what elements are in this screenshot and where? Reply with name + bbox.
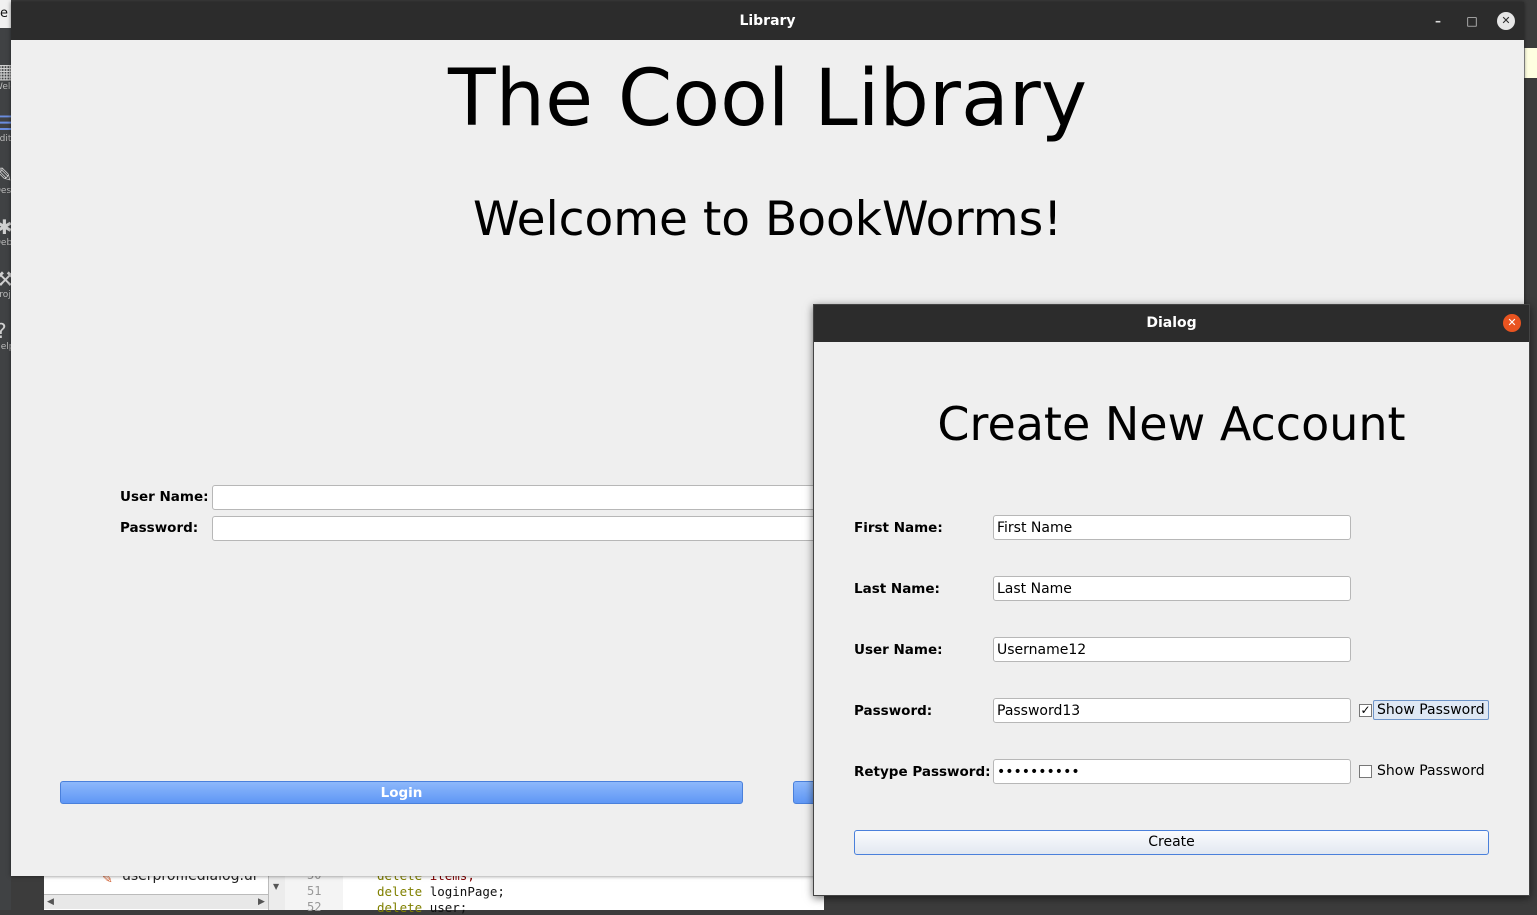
- code-identifier: user;: [429, 900, 468, 915]
- ide-mode-label: Edit: [0, 134, 11, 144]
- tree-horizontal-scrollbar[interactable]: ◀ ▶: [44, 894, 268, 909]
- ide-mode-welcome[interactable]: ▦ Welcome: [0, 60, 11, 104]
- maximize-icon[interactable]: □: [1463, 12, 1481, 30]
- login-button[interactable]: Login: [60, 781, 743, 804]
- ide-mode-projects[interactable]: ⚒ Projects: [0, 268, 11, 312]
- password-label: Password:: [854, 703, 933, 719]
- ide-project-tree[interactable]: ✎ userprofiledialog.ui ◀ ▶ ▼: [44, 868, 285, 910]
- code-line: delete user;: [377, 900, 467, 915]
- edit-icon: ☰: [0, 112, 11, 135]
- ide-mode-debug[interactable]: ✱ Debug: [0, 216, 11, 260]
- code-editor[interactable]: delete items; delete loginPage; delete u…: [344, 868, 824, 915]
- dialog-titlebar[interactable]: Dialog: [814, 305, 1529, 342]
- ide-mode-bar: e ▦ Welcome ☰ Edit ✎ Design ✱ Debug ⚒ Pr…: [0, 0, 11, 910]
- scroll-down-icon[interactable]: ▼: [273, 882, 279, 891]
- tree-vertical-scrollbar[interactable]: ▼: [268, 876, 285, 910]
- ide-mode-help[interactable]: ? Help: [0, 320, 11, 364]
- retype-password-input[interactable]: [993, 759, 1351, 784]
- library-heading: The Cool Library: [448, 54, 1087, 144]
- minimize-icon[interactable]: –: [1429, 12, 1447, 30]
- line-number: 51: [307, 884, 322, 898]
- ide-mode-design[interactable]: ✎ Design: [0, 164, 11, 208]
- ide-mode-label: Projects: [0, 290, 11, 300]
- show-password-checkbox[interactable]: ✓: [1359, 704, 1372, 717]
- retype-password-label: Retype Password:: [854, 764, 991, 780]
- scroll-right-icon[interactable]: ▶: [258, 895, 265, 909]
- library-titlebar[interactable]: Library – □ ✕: [11, 2, 1524, 40]
- pencil-icon: ✎: [0, 164, 11, 187]
- ide-top-label: e: [0, 0, 11, 28]
- first-name-label: First Name:: [854, 520, 943, 536]
- close-icon[interactable]: ✕: [1497, 12, 1515, 30]
- login-username-label: User Name:: [120, 489, 209, 505]
- first-name-input[interactable]: [993, 515, 1351, 540]
- window-title: Library: [739, 13, 796, 29]
- last-name-label: Last Name:: [854, 581, 940, 597]
- bug-icon: ✱: [0, 216, 11, 239]
- help-icon: ?: [0, 320, 7, 342]
- ide-mode-label: Debug: [0, 238, 11, 248]
- login-password-label: Password:: [120, 520, 199, 536]
- ide-mode-label: Welcome: [0, 82, 11, 92]
- code-identifier: loginPage;: [429, 884, 505, 899]
- ide-tooltip-strip: [1524, 48, 1537, 78]
- ide-mode-edit[interactable]: ☰ Edit: [0, 112, 11, 156]
- grid-icon: ▦: [0, 60, 11, 83]
- ide-editor-area: ✎ userprofiledialog.ui ◀ ▶ ▼ 50 51 52 de…: [44, 868, 824, 915]
- show-password-label[interactable]: Show Password: [1373, 700, 1489, 720]
- password-input[interactable]: [993, 698, 1351, 723]
- dialog-heading: Create New Account: [937, 397, 1406, 451]
- username-input[interactable]: [993, 637, 1351, 662]
- create-account-dialog: Dialog ✕ Create New Account First Name: …: [813, 304, 1530, 896]
- ide-mode-label: Design: [0, 186, 11, 196]
- line-number: 52: [307, 900, 322, 914]
- dialog-title: Dialog: [1146, 315, 1197, 331]
- code-keyword: delete: [377, 884, 423, 899]
- show-retype-password-label[interactable]: Show Password: [1373, 761, 1489, 781]
- last-name-input[interactable]: [993, 576, 1351, 601]
- dialog-close-icon[interactable]: ✕: [1503, 314, 1521, 332]
- create-button[interactable]: Create: [854, 830, 1489, 855]
- scroll-left-icon[interactable]: ◀: [47, 895, 54, 909]
- show-retype-password-checkbox[interactable]: [1359, 765, 1372, 778]
- code-keyword: delete: [377, 900, 423, 915]
- line-number-gutter: 50 51 52: [285, 868, 343, 914]
- ide-mode-label: Help: [0, 342, 11, 352]
- code-line: delete loginPage;: [377, 884, 505, 899]
- welcome-text: Welcome to BookWorms!: [472, 192, 1063, 247]
- username-label: User Name:: [854, 642, 943, 658]
- wrench-icon: ⚒: [0, 268, 11, 291]
